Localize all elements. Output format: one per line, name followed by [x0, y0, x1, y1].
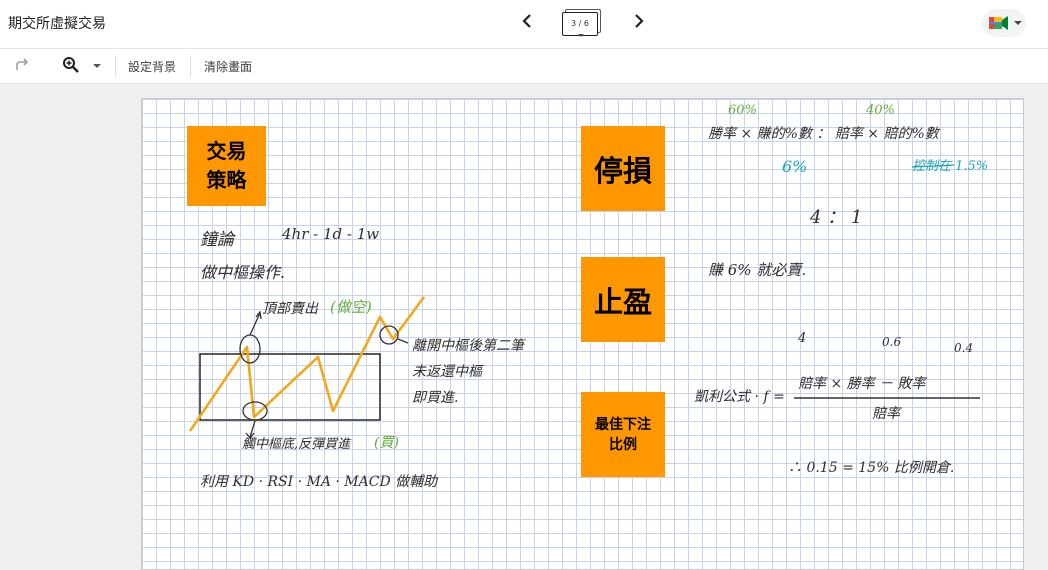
bottom-buy-note: (買)	[374, 435, 399, 451]
win-rate-percent: 60%	[728, 103, 757, 118]
redo-icon[interactable]	[14, 57, 30, 77]
indicators-text: 利用 KD · RSI · MA · MACD 做輔助	[200, 474, 438, 490]
zoom-dropdown-caret-icon[interactable]	[93, 64, 101, 68]
google-meet-icon	[989, 16, 1008, 30]
top-sell-text: 頂部賣出	[262, 301, 318, 317]
profit-percent: 6%	[782, 157, 808, 176]
loss-rate-percent: 40%	[866, 103, 895, 118]
winrate-formula-text: 勝率 × 賺的%數 ： 賠率 × 賠的%數	[708, 126, 939, 142]
meet-button[interactable]	[982, 9, 1026, 37]
kelly-number-06: 0.6	[882, 335, 902, 349]
take-profit-rule-text: 賺 6% 就必賣.	[708, 261, 807, 279]
set-background-button[interactable]: 設定背景	[128, 58, 176, 75]
kelly-denominator: 賠率	[872, 406, 900, 422]
page-title: 期交所虛擬交易	[8, 16, 106, 32]
range-trade-text: 做中樞操作.	[200, 263, 286, 282]
bottom-buy-text: 觸中樞底,反彈買進	[242, 437, 351, 452]
prev-frame-button[interactable]	[515, 12, 539, 34]
toolbar: 設定背景 清除畫面	[0, 49, 1048, 84]
toolbar-divider	[115, 55, 116, 77]
whiteboard-canvas[interactable]: 交易 策略 停損 止盈 最佳下注 比例 鐘論 4hr - 1d - 1w 做中樞…	[141, 98, 1024, 570]
chevron-left-icon	[522, 13, 532, 33]
clear-frame-button[interactable]: 清除畫面	[204, 58, 252, 75]
kelly-number-4: 4	[798, 331, 807, 346]
timeframe-text: 4hr - 1d - 1w	[282, 225, 380, 243]
kelly-formula-label: 凱利公式 · f =	[694, 389, 785, 405]
frame-number: 3 / 6	[562, 12, 598, 36]
breakout-text-3: 即買進.	[412, 390, 459, 406]
kelly-result-text: ∴ 0.15 = 15% 比例開倉.	[788, 460, 955, 476]
hand-drawn-sketch	[188, 164, 980, 440]
next-frame-button[interactable]	[627, 12, 651, 34]
breakout-text-1: 離開中樞後第二筆	[412, 338, 524, 354]
ratio-text: 4 ： 1	[810, 207, 863, 228]
frame-indicator[interactable]: 3 / 6	[561, 8, 601, 40]
app-header: 期交所虛擬交易 3 / 6	[0, 0, 1048, 49]
zoom-in-icon[interactable]	[62, 56, 80, 78]
breakout-text-2: 未返還中樞	[412, 364, 482, 380]
toolbar-divider	[190, 55, 191, 77]
chevron-right-icon	[634, 13, 644, 33]
top-sell-note: (做空)	[330, 298, 372, 316]
kelly-numerator: 賠率 × 勝率 － 敗率	[798, 376, 926, 392]
stop-limit-text: 控制在 1.5%	[912, 159, 989, 174]
kelly-number-04: 0.4	[954, 341, 974, 355]
caret-down-icon	[1014, 21, 1022, 25]
caret-down-icon	[578, 34, 584, 37]
timeframe-label: 鐘論	[200, 230, 234, 250]
